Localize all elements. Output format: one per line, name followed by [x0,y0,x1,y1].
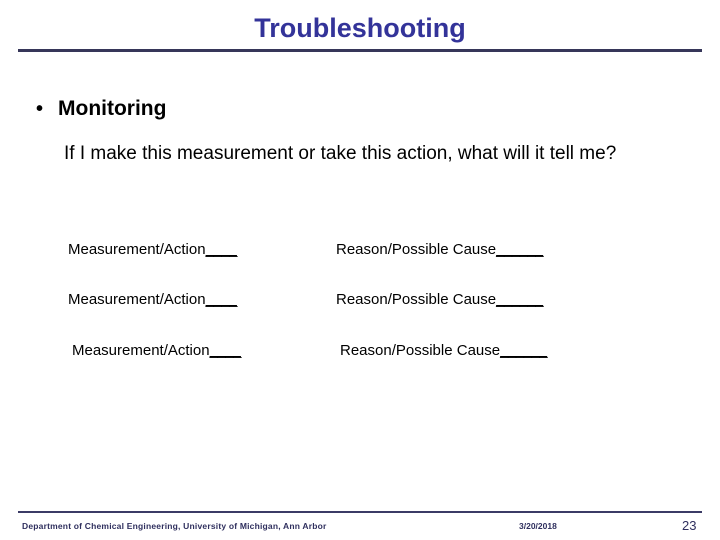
reason-cause-field: Reason/Possible Cause______ [336,290,544,310]
reason-cause-blank[interactable]: ______ [496,291,544,308]
measurement-action-blank[interactable]: ____ [210,342,242,359]
reason-cause-label: Reason/Possible Cause [340,342,501,359]
slide-body: • Monitoring If I make this measurement … [0,0,720,540]
slide-canvas: Troubleshooting • Monitoring If I make t… [0,0,720,540]
measurement-action-label: Measurement/Action [72,342,210,359]
reason-cause-label: Reason/Possible Cause [336,241,497,258]
measurement-action-label: Measurement/Action [68,241,206,258]
question-paragraph: If I make this measurement or take this … [64,143,617,164]
measurement-action-blank[interactable]: ____ [206,291,238,308]
bullet-item-monitoring: • Monitoring [36,96,166,122]
measurement-action-field: Measurement/Action____ [68,290,336,310]
reason-cause-field: Reason/Possible Cause______ [340,341,548,361]
reason-cause-field: Reason/Possible Cause______ [336,240,544,260]
fill-in-row: Measurement/Action____ Reason/Possible Ca… [68,290,544,310]
footer-divider [18,511,702,513]
bullet-point-icon: • [36,98,44,120]
reason-cause-blank[interactable]: ______ [496,241,544,258]
footer-department-text: Department of Chemical Engineering, Univ… [22,521,327,531]
fill-in-row: Measurement/Action____ Reason/Possible Ca… [68,240,544,260]
bullet-item-label: Monitoring [58,97,167,120]
fill-in-row: Measurement/Action____ Reason/Possible Ca… [72,341,548,361]
measurement-action-field: Measurement/Action____ [68,240,336,260]
footer-page-number: 23 [682,518,697,533]
reason-cause-blank[interactable]: ______ [500,342,548,359]
measurement-action-label: Measurement/Action [68,291,206,308]
reason-cause-label: Reason/Possible Cause [336,291,497,308]
measurement-action-blank[interactable]: ____ [206,241,238,258]
footer-date: 3/20/2018 [519,521,557,531]
measurement-action-field: Measurement/Action____ [72,341,340,361]
